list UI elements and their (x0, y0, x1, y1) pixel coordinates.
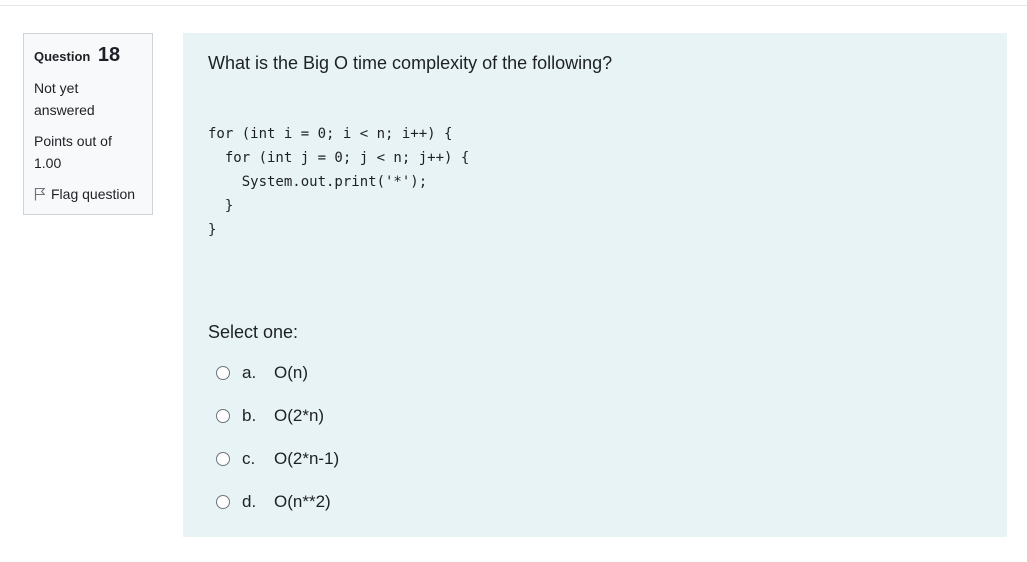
code-line: for (int i = 0; i < n; i++) { (208, 126, 453, 142)
radio-button-a[interactable] (216, 365, 230, 380)
question-text: What is the Big O time complexity of the… (208, 53, 613, 73)
radio-button-b[interactable] (216, 408, 230, 423)
code-line: } (208, 222, 217, 238)
code-block: for (int i = 0; i < n; i++) { for (int j… (208, 122, 469, 242)
question-label: Question (34, 49, 91, 64)
code-line: System.out.print('*'); (208, 174, 428, 190)
answer-text: O(n**2) (274, 491, 331, 511)
answer-option-c[interactable]: c. O(2*n-1) (216, 437, 616, 480)
question-number-heading: Question 18 (34, 44, 142, 68)
answer-options: a. O(n) b. O(2*n) c. O(2*n-1) d. O(n**2) (216, 351, 616, 523)
top-divider (0, 5, 1027, 6)
code-line: for (int j = 0; j < n; j++) { (208, 150, 470, 166)
question-grade: Points out of 1.00 (34, 130, 142, 174)
answer-option-b[interactable]: b. O(2*n) (216, 394, 616, 437)
answer-option-d[interactable]: d. O(n**2) (216, 480, 616, 523)
question-grade-line1: Points out of (34, 133, 112, 149)
code-line: } (208, 198, 234, 214)
answer-option-a[interactable]: a. O(n) (216, 351, 616, 394)
question-number: 18 (97, 44, 121, 66)
question-grade-line2: 1.00 (34, 155, 62, 171)
radio-button-c[interactable] (216, 451, 230, 466)
answer-text: O(n) (274, 362, 308, 382)
answer-text: O(2*n) (274, 405, 325, 425)
question-content: What is the Big O time complexity of the… (183, 33, 1007, 537)
flag-icon (34, 187, 46, 201)
question-state: Not yet answered (34, 77, 142, 121)
flag-question-label: Flag question (51, 186, 136, 202)
question-state-line1: Not yet (34, 80, 79, 96)
answer-text: O(2*n-1) (274, 448, 340, 468)
answer-letter: d. (242, 491, 257, 511)
question-info-panel: Question 18 Not yet answered Points out … (23, 33, 153, 215)
answer-letter: a. (242, 362, 257, 382)
radio-button-d[interactable] (216, 494, 230, 509)
select-one-label: Select one: (208, 322, 299, 342)
answer-letter: b. (242, 405, 257, 425)
flag-question-button[interactable]: Flag question (34, 184, 142, 204)
question-state-line2: answered (34, 102, 95, 118)
answer-letter: c. (242, 448, 256, 468)
